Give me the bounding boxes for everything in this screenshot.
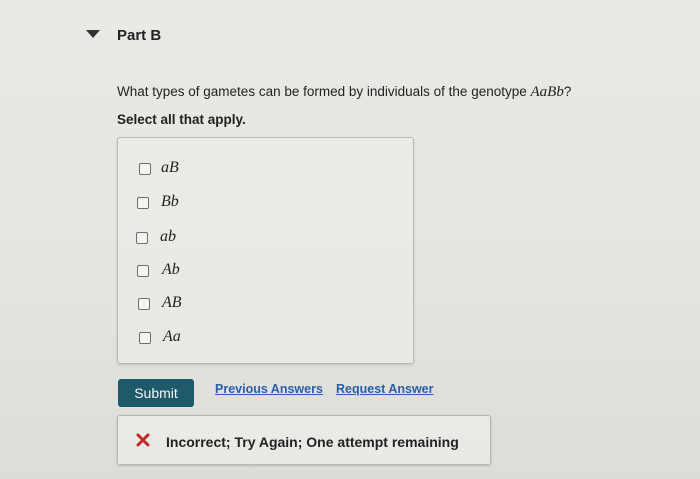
submit-button[interactable]: Submit (118, 379, 194, 407)
question-mark: ? (563, 84, 572, 99)
request-answer-link[interactable]: Request Answer (336, 382, 433, 396)
previous-answers-link[interactable]: Previous Answers (215, 382, 323, 396)
instruction-text: Select all that apply. (117, 112, 246, 127)
feedback-banner: Incorrect; Try Again; One attempt remain… (117, 415, 491, 465)
checkbox[interactable] (139, 163, 151, 175)
option-label: Aa (163, 328, 181, 345)
option-label: aB (161, 159, 179, 176)
checkbox[interactable] (139, 332, 151, 344)
feedback-text: Incorrect; Try Again; One attempt remain… (166, 434, 459, 450)
option-Bb[interactable]: Bb (118, 191, 413, 217)
option-ab[interactable]: ab (118, 226, 413, 252)
checkbox[interactable] (136, 232, 148, 244)
question-prompt: What types of gametes can be formed by i… (117, 84, 531, 99)
option-aB[interactable]: aB (118, 157, 413, 183)
caret-down-icon[interactable] (86, 30, 100, 38)
option-label: Ab (162, 261, 180, 278)
option-Ab[interactable]: Ab (118, 259, 413, 285)
genotype: AaBb (530, 84, 564, 100)
options-list: aB Bb ab Ab AB Aa (117, 137, 414, 364)
option-label: ab (160, 228, 176, 245)
checkbox[interactable] (137, 197, 149, 209)
x-mark-icon (136, 433, 150, 447)
checkbox[interactable] (137, 265, 149, 277)
option-AB[interactable]: AB (118, 292, 413, 318)
part-title: Part B (117, 27, 162, 44)
option-label: AB (162, 294, 182, 311)
question-text: What types of gametes can be formed by i… (117, 84, 571, 101)
checkbox[interactable] (138, 298, 150, 310)
option-Aa[interactable]: Aa (118, 326, 413, 352)
option-label: Bb (161, 193, 179, 210)
